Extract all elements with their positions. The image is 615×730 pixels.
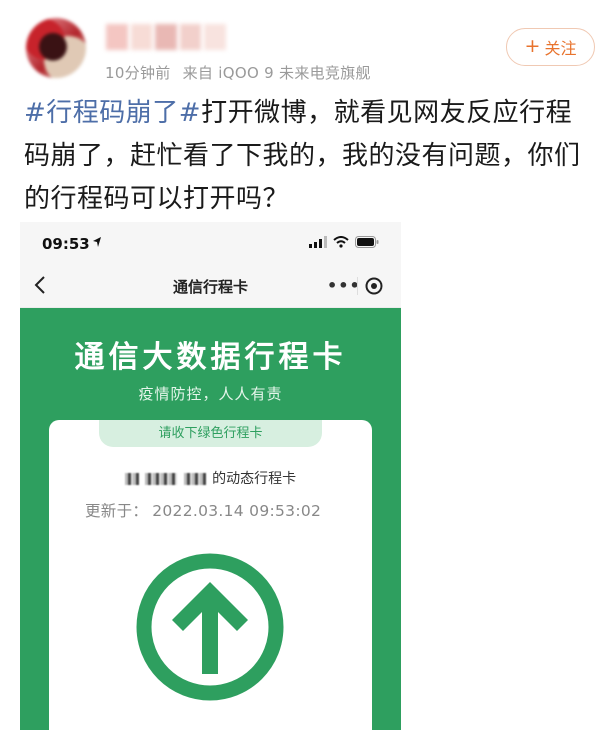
status-time: 09:53	[42, 235, 90, 253]
up-arrow-circle-icon	[136, 553, 284, 701]
post-source: 来自 iQOO 9 未来电竞旗舰	[182, 64, 371, 82]
card-title: 通信大数据行程卡	[74, 340, 347, 375]
location-arrow-icon	[93, 237, 101, 247]
plus-icon: +	[524, 34, 541, 57]
post-text: #行程码崩了#打开微博，就看见网友反应行程码崩了，赶忙看了下我的，我的没有问题，…	[24, 92, 594, 221]
masked-phone-segment	[183, 473, 206, 485]
hashtag-link[interactable]: #行程码崩了#	[24, 98, 201, 128]
masked-phone-segment	[145, 473, 178, 485]
post-image[interactable]: 09:53 通信行程卡 ••• 通信大数据行程卡 疫情防控，人人有责 请收下绿色…	[20, 222, 401, 730]
card-tab-label: 请收下绿色行程卡	[99, 420, 322, 447]
battery-icon	[355, 236, 379, 248]
travel-card-panel: 通信大数据行程卡 疫情防控，人人有责 请收下绿色行程卡 的动态行程卡 更新于： 2…	[20, 308, 401, 730]
username-blurred[interactable]	[106, 24, 226, 50]
update-time-line: 更新于： 2022.03.14 09:53:02	[85, 499, 321, 521]
nav-divider	[357, 277, 358, 295]
target-icon[interactable]	[364, 276, 384, 296]
mini-program-nav: 通信行程卡 •••	[20, 264, 401, 308]
signal-icon	[309, 236, 327, 248]
update-value: 2022.03.14 09:53:02	[152, 502, 322, 520]
more-icon[interactable]: •••	[327, 276, 361, 295]
post-meta: 10分钟前 来自 iQOO 9 未来电竞旗舰	[105, 62, 371, 83]
owner-suffix: 的动态行程卡	[212, 471, 297, 487]
owner-line: 的动态行程卡	[49, 468, 372, 488]
weibo-post: 10分钟前 来自 iQOO 9 未来电竞旗舰 + 关注 #行程码崩了#打开微博，就…	[0, 0, 615, 730]
card-subtitle: 疫情防控，人人有责	[138, 385, 283, 403]
update-label: 更新于：	[85, 502, 149, 520]
follow-button[interactable]: + 关注	[506, 28, 595, 66]
masked-phone-segment	[124, 473, 139, 485]
follow-label: 关注	[544, 39, 577, 58]
travel-card: 请收下绿色行程卡 的动态行程卡 更新于： 2022.03.14 09:53:02	[49, 420, 372, 730]
post-time: 10分钟前	[105, 64, 171, 82]
status-bar: 09:53	[20, 222, 401, 264]
wifi-icon	[333, 236, 349, 248]
user-avatar[interactable]	[26, 18, 86, 78]
